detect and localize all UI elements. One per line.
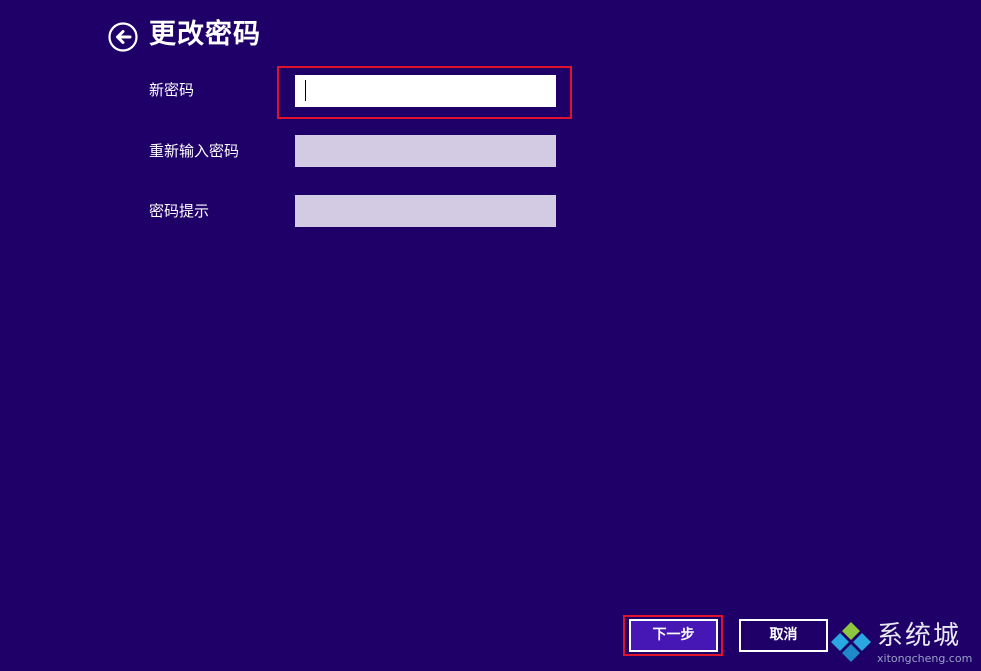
back-arrow-circle-icon bbox=[108, 22, 138, 52]
cancel-button[interactable]: 取消 bbox=[739, 619, 828, 652]
diamond-logo-icon bbox=[831, 622, 871, 662]
new-password-label: 新密码 bbox=[149, 81, 195, 99]
back-button[interactable] bbox=[108, 22, 138, 52]
text-caret bbox=[305, 80, 306, 101]
password-hint-label: 密码提示 bbox=[149, 202, 210, 220]
watermark-url: xitongcheng.com bbox=[877, 652, 973, 665]
watermark: 系统城 xitongcheng.com bbox=[827, 620, 977, 668]
confirm-password-label: 重新输入密码 bbox=[149, 142, 240, 160]
watermark-name: 系统城 bbox=[877, 621, 962, 651]
password-hint-input[interactable] bbox=[295, 195, 556, 227]
confirm-password-input[interactable] bbox=[295, 135, 556, 167]
next-button[interactable]: 下一步 bbox=[629, 619, 718, 652]
new-password-input[interactable] bbox=[295, 75, 556, 107]
page-title: 更改密码 bbox=[149, 19, 261, 50]
